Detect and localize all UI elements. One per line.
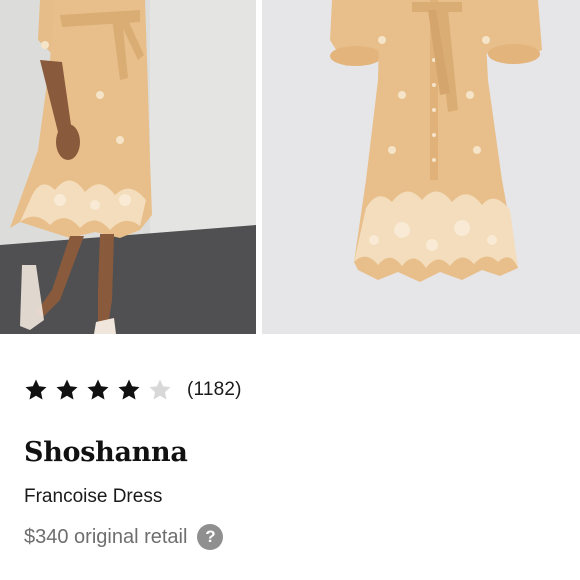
product-info: (1182) Shoshanna Francoise Dress $340 or…	[0, 334, 580, 580]
price-row: $340 original retail ?	[24, 524, 224, 550]
product-image-gallery[interactable]	[0, 0, 580, 334]
star-icon	[117, 378, 141, 402]
flat-photo-illustration	[262, 0, 580, 334]
product-page: (1182) Shoshanna Francoise Dress $340 or…	[0, 0, 580, 580]
product-title: Francoise Dress	[24, 486, 163, 507]
review-count[interactable]: (1182)	[187, 379, 242, 401]
star-icon	[55, 378, 79, 402]
star-outline-icon	[148, 378, 172, 402]
star-icon	[24, 378, 48, 402]
question-mark-icon[interactable]: ?	[197, 524, 224, 550]
product-photo-flat[interactable]	[262, 0, 580, 334]
rating-stars[interactable]: (1182)	[24, 378, 242, 402]
original-retail-price: $340 original retail	[24, 525, 188, 548]
brand-name[interactable]: Shoshanna	[24, 437, 188, 468]
product-photo-model[interactable]	[0, 0, 256, 334]
model-photo-illustration	[0, 0, 256, 334]
star-icon	[86, 378, 110, 402]
